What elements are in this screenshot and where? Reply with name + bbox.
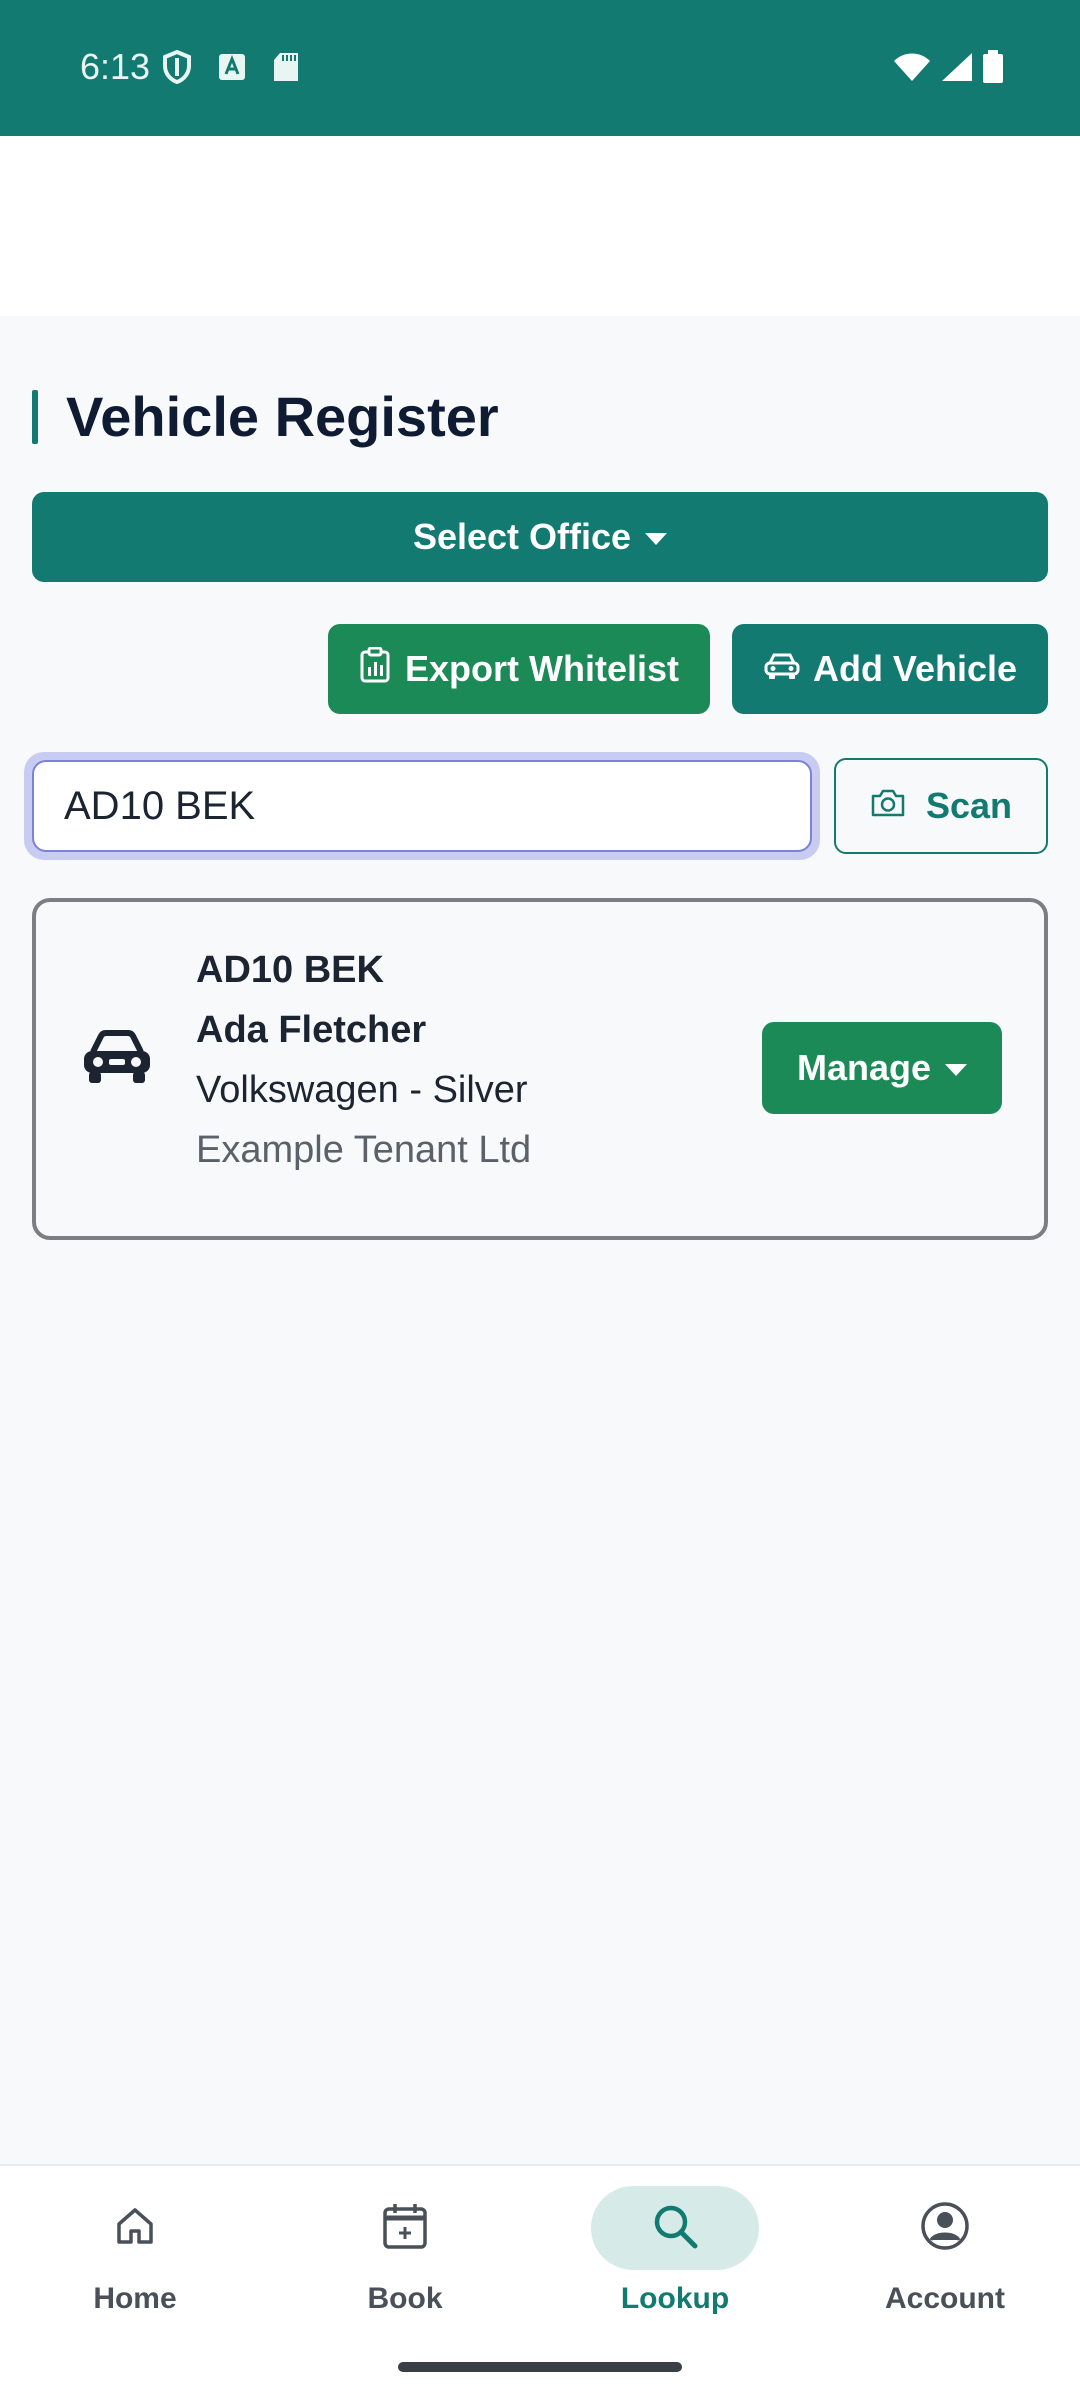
nav-home-icon-wrap [51,2186,219,2270]
car-icon [763,648,801,690]
home-indicator[interactable] [398,2362,682,2372]
nav-home-label: Home [93,2282,177,2315]
clipboard-chart-icon [359,646,391,692]
vehicle-tenant: Example Tenant Ltd [196,1129,532,1171]
scan-label: Scan [925,785,1013,826]
search-focus-ring [24,752,820,860]
add-vehicle-button[interactable]: Add Vehicle [732,624,1048,714]
font-icon [218,53,246,86]
battery-icon [982,50,1004,89]
title-accent-bar [32,389,38,444]
status-icons-left [162,49,300,89]
nav-lookup-icon-wrap [591,2186,759,2270]
vehicle-search-input[interactable] [32,760,812,852]
add-vehicle-label: Add Vehicle [812,648,1018,689]
manage-label: Manage [796,1047,932,1088]
export-whitelist-button[interactable]: Export Whitelist [328,624,710,714]
nav-account-label: Account [885,2282,1005,2315]
camera-icon [870,785,906,827]
nav-book-icon-wrap [321,2186,489,2270]
account-icon [920,2201,970,2256]
nav-book[interactable]: Book [295,2186,515,2336]
page-title-wrap: Vehicle Register [32,384,499,449]
shield-icon [162,49,192,89]
signal-icon [940,51,974,88]
chevron-down-icon [645,533,668,545]
status-bar: 6:13 [0,0,1080,136]
page-title: Vehicle Register [66,385,499,448]
manage-button[interactable]: Manage [762,1022,1002,1114]
app-header [0,136,1080,316]
status-icons-right [892,50,1004,89]
sd-card-icon [272,51,300,88]
search-icon [650,2201,700,2256]
nav-home[interactable]: Home [25,2186,245,2336]
chevron-down-icon [945,1064,968,1076]
vehicle-make-color: Volkswagen - Silver [196,1069,528,1111]
select-office-button[interactable]: Select Office [32,492,1048,582]
nav-account[interactable]: Account [835,2186,1055,2336]
export-whitelist-label: Export Whitelist [404,648,679,689]
scan-button[interactable]: Scan [834,758,1048,854]
status-time: 6:13 [80,46,151,87]
select-office-label: Select Office [412,516,632,557]
calendar-plus-icon [381,2201,429,2256]
vehicle-details: AD10 BEK Ada Fletcher Volkswagen - Silve… [196,944,531,1176]
vehicle-result-card[interactable]: AD10 BEK Ada Fletcher Volkswagen - Silve… [32,898,1048,1240]
main-content: Vehicle Register Select Office Export Wh… [0,316,1080,2164]
wifi-icon [892,51,932,88]
car-icon [80,1028,154,1086]
vehicle-owner: Ada Fletcher [196,1009,427,1051]
nav-lookup[interactable]: Lookup [565,2186,785,2336]
nav-book-label: Book [367,2282,443,2315]
vehicle-plate: AD10 BEK [196,949,384,991]
nav-account-icon-wrap [861,2186,1029,2270]
nav-lookup-label: Lookup [620,2282,730,2315]
home-icon [113,2204,157,2253]
